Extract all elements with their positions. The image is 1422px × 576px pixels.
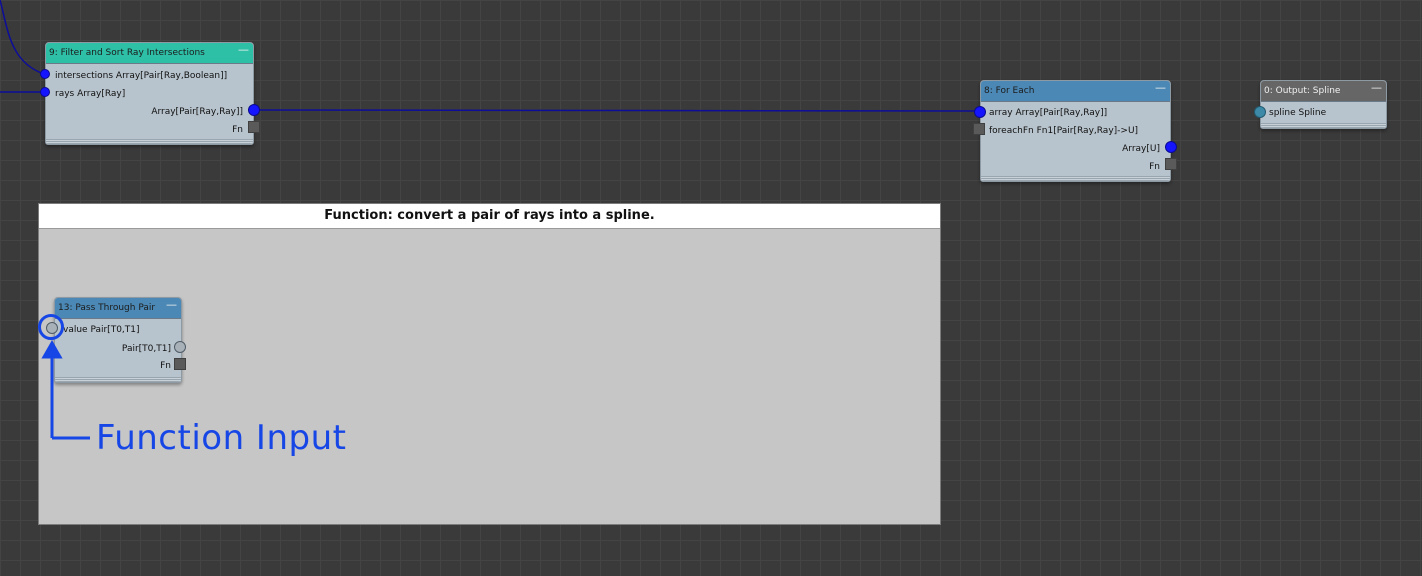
annotation-arrow-icon	[41, 339, 90, 440]
annotation-label: Function Input	[96, 418, 347, 458]
